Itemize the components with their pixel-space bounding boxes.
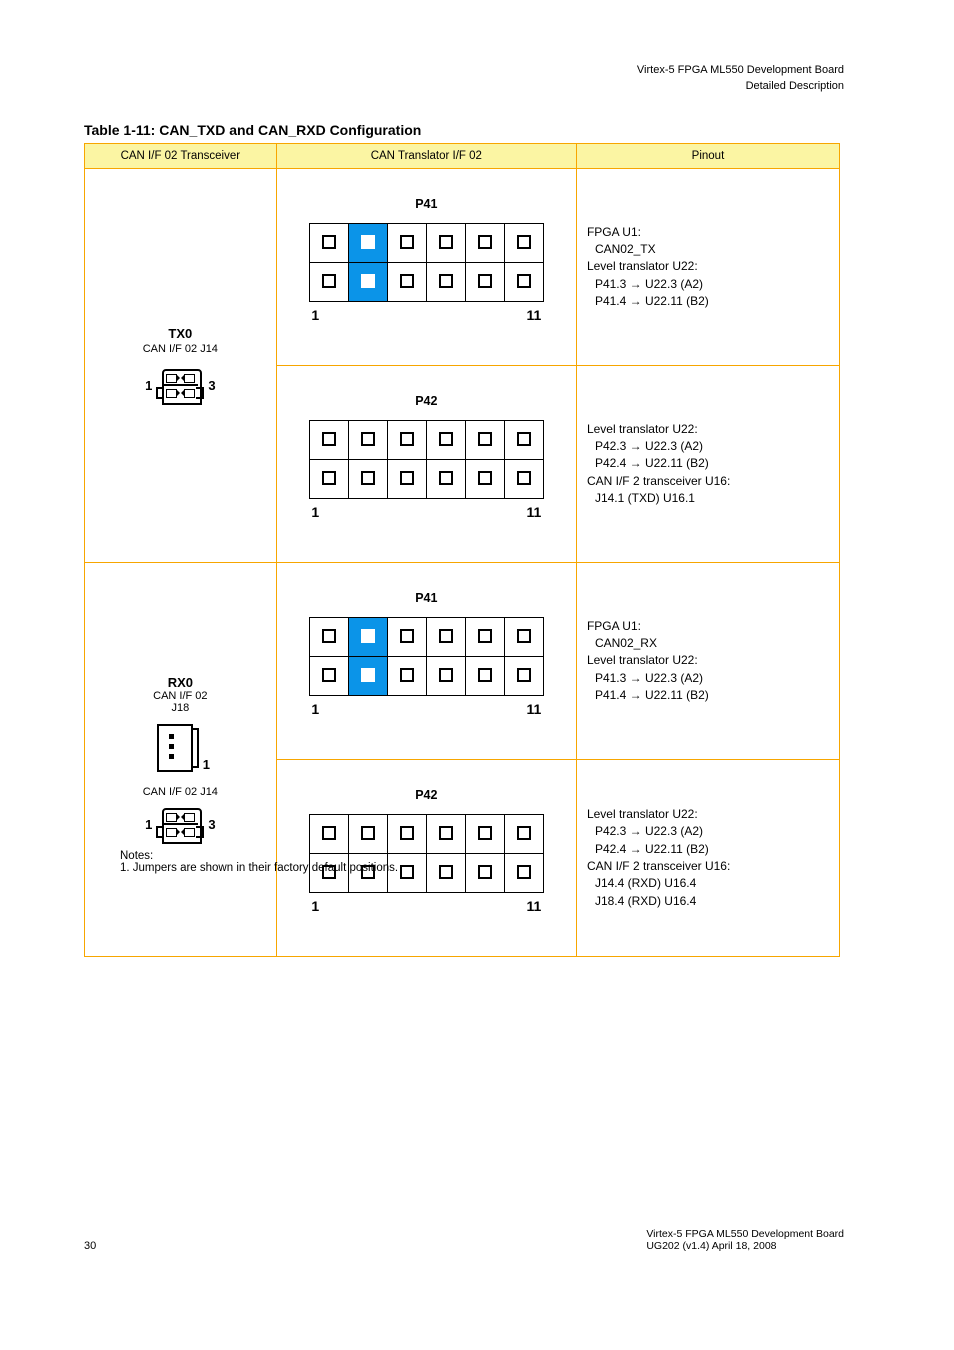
- rx0-sub2: J18: [171, 702, 189, 714]
- connector4-icon: [154, 804, 206, 844]
- conn4-right-label: 3: [208, 378, 215, 393]
- conn4-left-label: 1: [145, 378, 152, 393]
- conn12-grid: [309, 420, 544, 499]
- conn12-labels: 1 11: [311, 898, 541, 914]
- conn4-left-label-b: 1: [145, 817, 152, 832]
- page-number: 30: [84, 1240, 96, 1252]
- table-footnote: Notes:1. Jumpers are shown in their fact…: [120, 850, 398, 874]
- connector4-icon: [154, 365, 206, 405]
- conn12-p42-a: P42 1 11: [276, 366, 576, 563]
- table-header-b: CAN Translator I/F 02: [276, 144, 576, 169]
- row-left-tx0: TX0 CAN I/F 02 J14 1 3: [85, 169, 277, 563]
- p41-title-b: P41: [277, 591, 576, 605]
- p42-title-a: P42: [277, 394, 576, 408]
- rx0-sub3: CAN I/F 02 J14: [143, 786, 218, 798]
- usb-connector-icon: [151, 720, 201, 772]
- conn12-grid: [309, 223, 544, 302]
- conn4-right-label-b: 3: [208, 817, 215, 832]
- table-header-c: Pinout: [576, 144, 839, 169]
- conn12-p41-a: P41: [276, 169, 576, 366]
- usb-label: 1: [203, 757, 210, 772]
- pinout-text-4: Level translator U22:P42.3 → U22.3 (A2)P…: [576, 760, 839, 957]
- doc-header-subtitle: Detailed Description: [746, 80, 844, 92]
- pinout-text-2: Level translator U22:P42.3 → U22.3 (A2)P…: [576, 366, 839, 563]
- tx0-title: TX0: [168, 326, 192, 341]
- p41-title-a: P41: [277, 197, 576, 211]
- tx0-sub: CAN I/F 02 J14: [143, 343, 218, 355]
- table-header-a: CAN I/F 02 Transceiver: [85, 144, 277, 169]
- doc-header-title: Virtex-5 FPGA ML550 Development Board: [637, 64, 844, 76]
- p42-title-b: P42: [277, 788, 576, 802]
- conn12-grid: [309, 617, 544, 696]
- pinout-lines: FPGA U1:CAN02_TXLevel translator U22:P41…: [577, 216, 839, 319]
- rx0-sub: CAN I/F 02: [153, 690, 207, 702]
- conn12-labels: 1 11: [311, 701, 541, 717]
- footer-doc-id: Virtex-5 FPGA ML550 Development BoardUG2…: [646, 1228, 844, 1252]
- conn12-labels: 1 11: [311, 307, 541, 323]
- rx0-title: RX0: [168, 675, 193, 690]
- row-left-rx0: RX0 CAN I/F 02 J18 1 CAN I/F 02 J14 1: [85, 563, 277, 957]
- config-table: CAN I/F 02 Transceiver CAN Translator I/…: [84, 143, 840, 957]
- conn12-labels: 1 11: [311, 504, 541, 520]
- table-title: Table 1-11: CAN_TXD and CAN_RXD Configur…: [84, 122, 421, 138]
- pinout-text-3: FPGA U1:CAN02_RXLevel translator U22:P41…: [576, 563, 839, 760]
- conn12-p41-b: P41 1 11: [276, 563, 576, 760]
- pinout-text-1: FPGA U1:CAN02_TXLevel translator U22:P41…: [576, 169, 839, 366]
